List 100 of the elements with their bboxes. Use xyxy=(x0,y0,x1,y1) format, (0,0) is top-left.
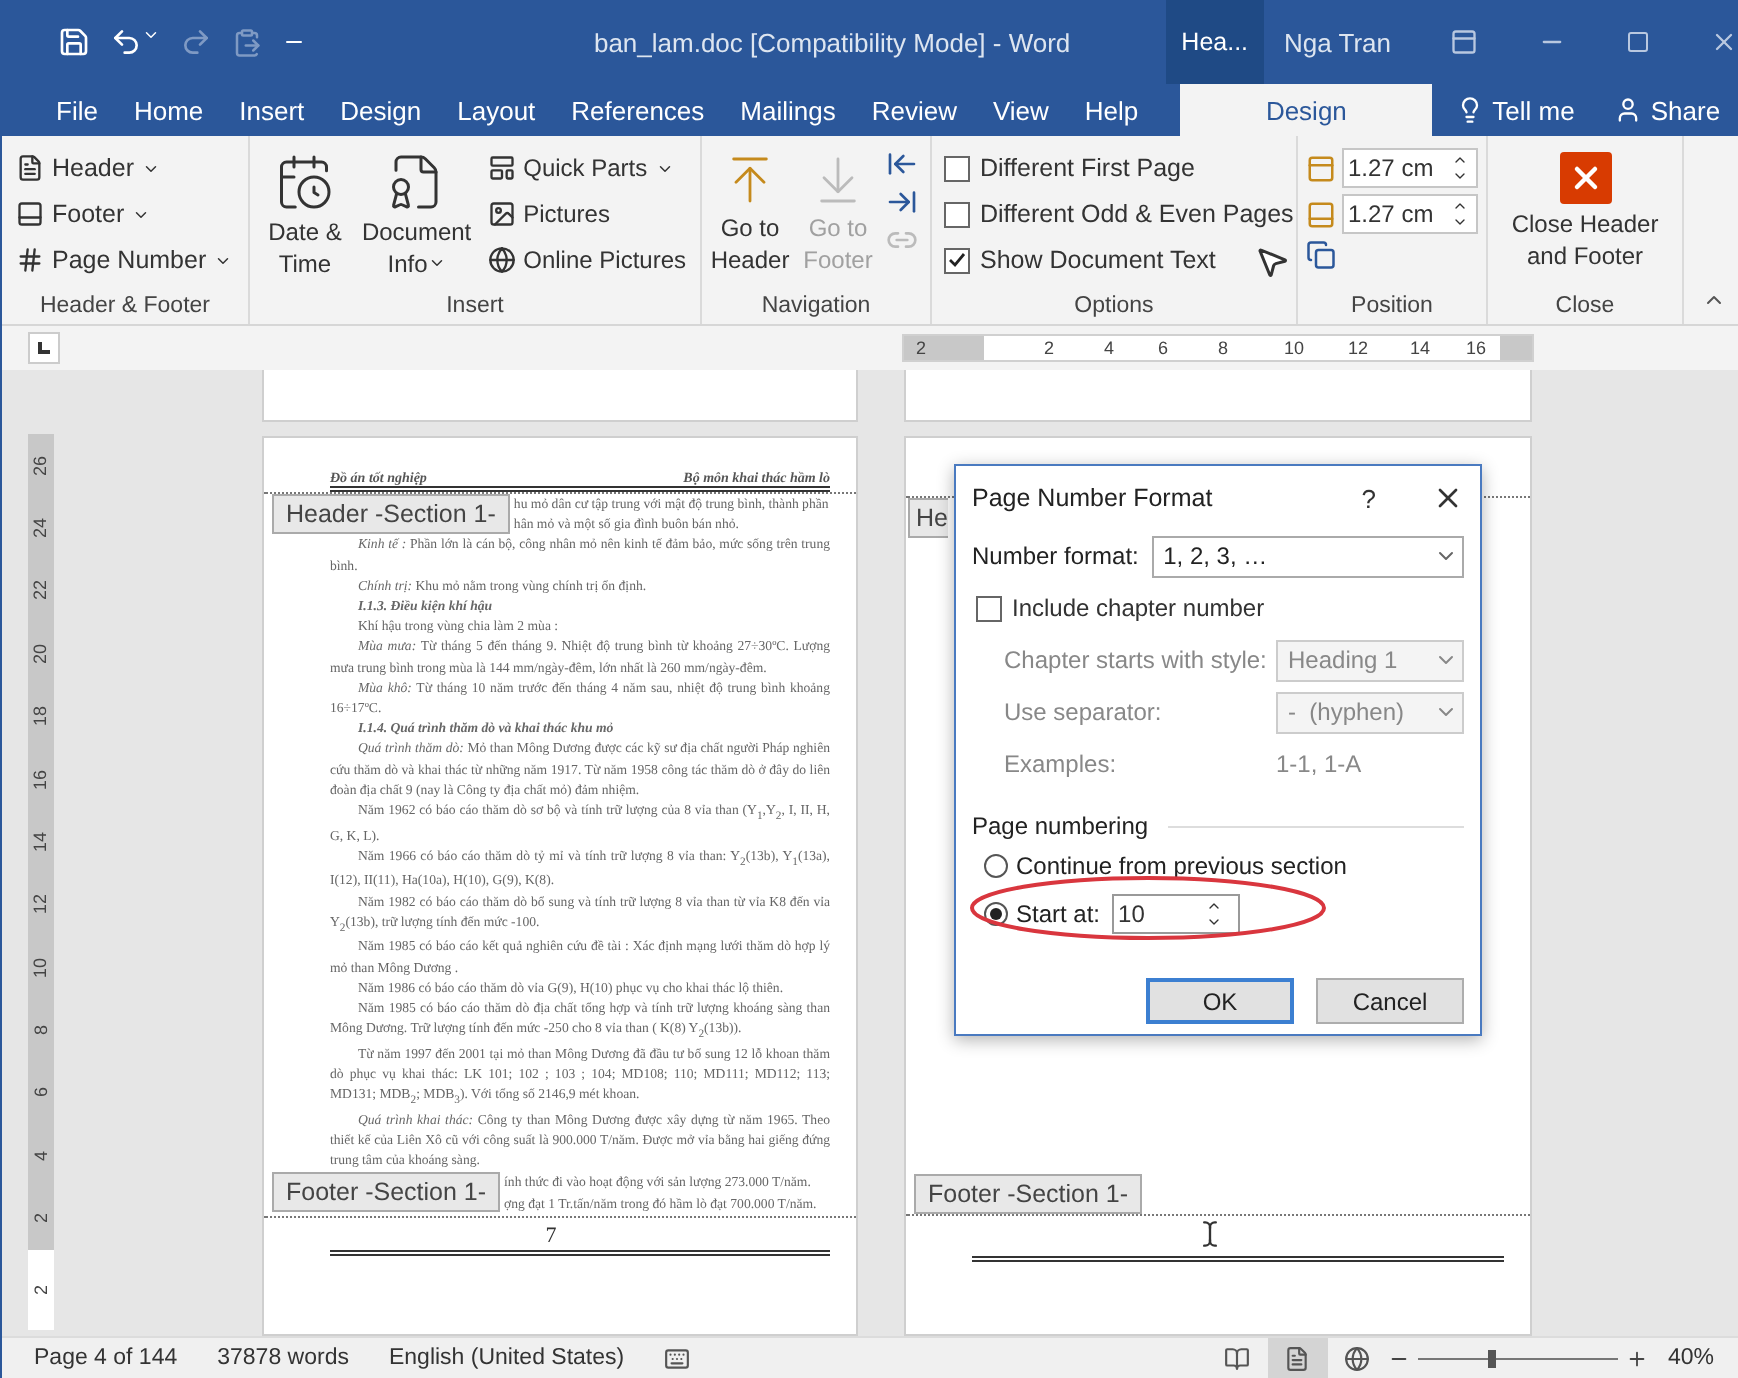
ruler-number: 10 xyxy=(1284,338,1305,358)
group-label: Navigation xyxy=(759,294,873,322)
save-icon[interactable] xyxy=(58,26,90,58)
header-tag: Header -Section 1- xyxy=(272,494,510,534)
field-label: Use separator: xyxy=(1004,698,1164,726)
start-at-spinner[interactable]: 10 xyxy=(1112,894,1241,934)
maximize-icon[interactable] xyxy=(1626,30,1650,54)
dialog-button[interactable]: Cancel xyxy=(1316,978,1464,1024)
next-icon[interactable] xyxy=(886,186,918,218)
ribbon-button[interactable]: Online Pictures xyxy=(481,240,692,280)
undo-icon[interactable] xyxy=(110,26,160,58)
horizontal-ruler[interactable]: 2 2 4 6 8 10 12 14 16 xyxy=(902,334,1534,362)
number-format-select[interactable]: 1, 2, 3, … xyxy=(1151,535,1464,577)
ruler-number: 20 xyxy=(31,643,51,664)
zoom-thumb[interactable] xyxy=(1487,1349,1496,1367)
radio-option[interactable]: Start at: xyxy=(972,894,1101,934)
section-label: Page numbering xyxy=(972,812,1151,840)
share-button[interactable]: Share xyxy=(1598,84,1737,136)
page-number: 7 xyxy=(545,1223,557,1248)
word-count[interactable]: 37878 words xyxy=(217,1346,349,1370)
ribbon-button[interactable]: Date & Time xyxy=(258,148,352,294)
ribbon-tab[interactable]: Review xyxy=(853,84,975,136)
ruler-number: 16 xyxy=(1466,338,1487,358)
globe-icon xyxy=(487,246,516,274)
ruler-number: 18 xyxy=(31,706,51,727)
paste-icon[interactable] xyxy=(232,27,262,57)
zoom-percent[interactable]: 40% xyxy=(1667,1346,1714,1370)
ruler-number: 14 xyxy=(1410,338,1431,358)
header-position-icon xyxy=(1306,153,1336,183)
field-label: Examples: xyxy=(1004,750,1119,778)
page-icon xyxy=(16,154,44,182)
ruler-number: 6 xyxy=(1158,338,1169,358)
image-icon xyxy=(487,200,516,228)
person-icon xyxy=(1614,96,1643,124)
zoom-in-icon[interactable] xyxy=(1625,1347,1648,1369)
ruler-number: 12 xyxy=(1348,338,1369,358)
page-count[interactable]: Page 4 of 144 xyxy=(34,1346,178,1370)
macro-icon[interactable] xyxy=(664,1345,691,1371)
zoom-slider[interactable] xyxy=(1417,1349,1618,1367)
ribbon-tab[interactable]: Mailings xyxy=(722,84,854,136)
ribbon-button[interactable]: Page Number xyxy=(10,240,239,280)
ruler-number: 4 xyxy=(31,1150,51,1161)
ribbon-tab[interactable]: Help xyxy=(1066,84,1157,136)
ruler-number: 10 xyxy=(31,957,51,978)
ribbon-button[interactable]: Pictures xyxy=(481,194,692,234)
window-title: ban_lam.doc [Compatibility Mode] - Word xyxy=(593,27,1073,57)
ribbon-tab[interactable]: Insert xyxy=(221,84,323,136)
field-label: Number format: xyxy=(972,542,1141,570)
ribbon-button[interactable]: Header xyxy=(10,148,239,188)
ribbon-tab[interactable]: Layout xyxy=(439,84,554,136)
ruler-number: 2 xyxy=(31,1285,51,1295)
ribbon-tab[interactable]: References xyxy=(553,84,723,136)
tab-selector[interactable] xyxy=(28,332,60,364)
ribbon-tab[interactable]: Design xyxy=(1180,84,1433,136)
ribbon-tab[interactable]: File xyxy=(38,84,116,136)
calendar-clock-icon xyxy=(274,152,335,212)
dialog-button[interactable]: OK xyxy=(1146,978,1294,1024)
close-header-button[interactable]: Close Header and Footer xyxy=(1496,148,1674,294)
chapter-checkbox[interactable]: Include chapter number xyxy=(972,588,1269,628)
print-layout-icon[interactable] xyxy=(1267,1338,1328,1378)
group-label: Close xyxy=(1553,294,1617,322)
ribbon-button[interactable]: Quick Parts xyxy=(481,148,692,188)
ruler-number: 24 xyxy=(31,518,51,539)
tell-me-button[interactable]: Tell me xyxy=(1440,84,1591,136)
position-spinner[interactable]: 1.27 cm xyxy=(1342,194,1478,234)
header-tag: He xyxy=(908,498,948,538)
ruler-number: 2 xyxy=(916,338,927,358)
group-label: Position xyxy=(1349,294,1435,322)
option-checkbox[interactable]: Different Odd & Even Pages xyxy=(940,194,1298,234)
position-spinner[interactable]: 1.27 cm xyxy=(1342,148,1478,188)
ribbon-button[interactable]: Document Info xyxy=(355,148,478,294)
language[interactable]: English (United States) xyxy=(388,1346,625,1370)
cursor-icon xyxy=(1254,244,1290,280)
radio-option[interactable]: Continue from previous section xyxy=(972,846,1347,886)
ruler-number: 14 xyxy=(31,831,51,852)
ruler-number: 8 xyxy=(1218,338,1229,358)
ribbon-button[interactable]: Footer xyxy=(10,194,239,234)
ribbon-button[interactable]: Go to Header xyxy=(710,148,790,294)
footer-tag: Footer -Section 1- xyxy=(914,1174,1143,1214)
ribbon-tab[interactable]: Design xyxy=(322,84,440,136)
previous-icon[interactable] xyxy=(886,148,918,180)
ruler-number: 12 xyxy=(31,894,51,915)
vertical-ruler[interactable]: 26 24 22 20 18 16 14 12 10 8 6 4 2 xyxy=(28,434,54,1250)
ruler-number: 22 xyxy=(31,580,51,601)
group-label: Options xyxy=(1072,294,1156,322)
user-name[interactable]: Nga Tran xyxy=(1284,27,1422,57)
ribbon-display-icon[interactable] xyxy=(1450,28,1478,56)
help-button[interactable]: ? xyxy=(1349,481,1388,515)
ruler-number: 6 xyxy=(31,1087,51,1098)
context-tab-label: Hea... xyxy=(1165,0,1265,84)
close-icon xyxy=(1559,152,1611,204)
option-checkbox[interactable]: Show Document Text xyxy=(940,240,1298,280)
ruler-number: 4 xyxy=(1104,338,1115,358)
dialog-title: Page Number Format xyxy=(972,484,1215,512)
ruler-number: 2 xyxy=(1044,338,1055,358)
ruler-number: 8 xyxy=(31,1025,51,1036)
redo-icon[interactable] xyxy=(180,26,212,58)
ribbon-tab[interactable]: Home xyxy=(115,84,222,136)
ribbon-tab[interactable]: View xyxy=(974,84,1067,136)
option-checkbox[interactable]: Different First Page xyxy=(940,148,1298,188)
